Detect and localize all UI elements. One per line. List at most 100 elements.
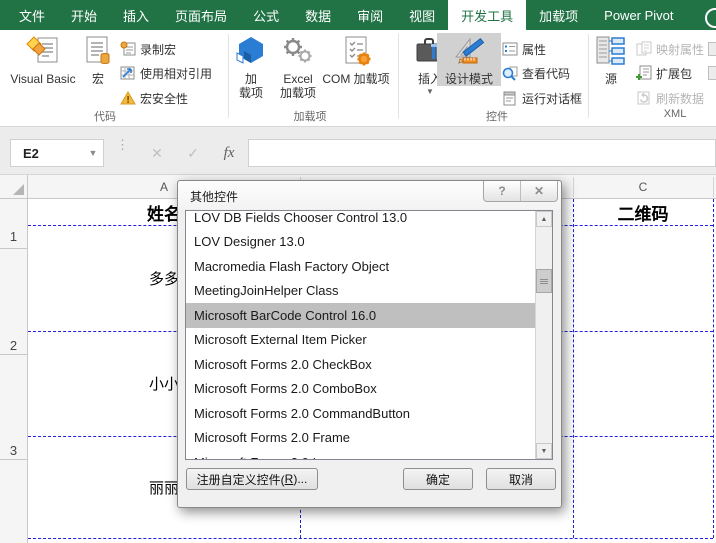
list-scrollbar[interactable]: ▲ ▼	[535, 211, 552, 459]
ribbon-developer: Visual Basic 宏 录制宏 使用相对引用 宏安全性 代码 加 载项 E…	[0, 30, 716, 127]
tab-formulas[interactable]: 公式	[240, 0, 292, 30]
list-item[interactable]: MeetingJoinHelper Class	[186, 279, 535, 304]
list-item-selected[interactable]: Microsoft BarCode Control 16.0	[186, 303, 535, 328]
register-label-accesskey: R	[284, 472, 294, 486]
tab-developer[interactable]: 开发工具	[448, 0, 527, 30]
map-properties-button[interactable]: 映射属性	[636, 38, 704, 60]
list-item[interactable]: Microsoft Forms 2.0 CommandButton	[186, 401, 535, 426]
tab-data[interactable]: 数据	[292, 0, 344, 30]
controls-list-items: LOV DB Fields Chooser Control 13.0 LOV D…	[186, 211, 535, 459]
gears-icon	[281, 33, 315, 69]
add-ins-button[interactable]: 加 载项	[230, 33, 272, 100]
cancel-formula-button[interactable]: ✕	[142, 139, 172, 167]
formula-input[interactable]	[248, 139, 716, 167]
row-header-3[interactable]: 3	[0, 443, 27, 458]
select-all-corner[interactable]	[0, 175, 28, 198]
xml-source-label: 源	[604, 72, 617, 86]
add-ins-group-label: 加载项	[293, 111, 327, 123]
design-mode-label: 设计模式	[444, 72, 493, 86]
list-item[interactable]: LOV Designer 13.0	[186, 230, 535, 255]
tab-view[interactable]: 视图	[396, 0, 448, 30]
refresh-data-icon	[637, 91, 650, 105]
list-item[interactable]: LOV DB Fields Chooser Control 13.0	[186, 211, 535, 230]
excel-add-ins-label-line2: 加载项	[279, 86, 316, 100]
formula-bar-splitter[interactable]: ⋮	[116, 138, 129, 151]
macro-security-button[interactable]: 宏安全性	[120, 87, 188, 109]
row-header-divider	[0, 248, 28, 249]
cell-c1[interactable]: 二维码	[573, 199, 713, 225]
list-item[interactable]: Microsoft Forms 2.0 ComboBox	[186, 377, 535, 402]
view-code-button[interactable]: 查看代码	[502, 62, 570, 84]
tab-review[interactable]: 审阅	[344, 0, 396, 30]
map-properties-icon	[636, 41, 652, 56]
run-dialog-icon	[503, 91, 516, 106]
expansion-packs-icon	[636, 65, 652, 80]
code-group-label: 代码	[94, 111, 116, 123]
excel-add-ins-button[interactable]: Excel 加载项	[274, 33, 322, 100]
visual-basic-button[interactable]: Visual Basic	[6, 33, 80, 86]
row-header-2[interactable]: 2	[0, 338, 27, 353]
add-ins-icon	[235, 33, 267, 69]
tell-me-icon[interactable]	[705, 8, 716, 28]
clipped-export-icon	[708, 66, 716, 80]
tab-insert[interactable]: 插入	[110, 0, 162, 30]
column-header-divider[interactable]	[713, 177, 714, 197]
name-box-value: E2	[23, 145, 39, 161]
excel-window: 文件 开始 插入 页面布局 公式 数据 审阅 视图 开发工具 加载项 Power…	[0, 0, 716, 543]
xml-source-icon	[595, 33, 627, 69]
use-relative-references-label: 使用相对引用	[140, 66, 213, 81]
close-icon[interactable]: ✕	[520, 181, 557, 201]
scrollbar-thumb[interactable]	[536, 269, 552, 293]
dialog-title-bar[interactable]: 其他控件 ? ✕	[178, 181, 561, 209]
tab-page-layout[interactable]: 页面布局	[162, 0, 240, 30]
formula-bar: E2 ▼ ⋮ ✕ ✓ fx	[0, 127, 716, 175]
list-item[interactable]: Microsoft Forms 2.0 CheckBox	[186, 352, 535, 377]
tab-file[interactable]: 文件	[6, 0, 58, 30]
macros-label: 宏	[91, 72, 104, 86]
record-macro-button[interactable]: 录制宏	[120, 38, 176, 60]
ok-button[interactable]: 确定	[403, 468, 473, 490]
cancel-button[interactable]: 取消	[486, 468, 556, 490]
expansion-packs-label: 扩展包	[656, 66, 693, 81]
insert-function-button[interactable]: fx	[214, 139, 244, 167]
refresh-data-button[interactable]: 刷新数据	[636, 87, 704, 109]
use-relative-references-button[interactable]: 使用相对引用	[120, 62, 212, 84]
scroll-up-icon[interactable]: ▲	[536, 211, 552, 227]
view-code-icon	[502, 66, 518, 81]
com-add-ins-icon	[340, 33, 372, 69]
name-box-dropdown-icon[interactable]: ▼	[83, 148, 103, 158]
macro-security-label: 宏安全性	[140, 91, 189, 106]
xml-source-button[interactable]: 源	[595, 33, 627, 86]
insert-dropdown-arrow: ▼	[426, 87, 434, 96]
design-mode-button[interactable]: 设计模式	[437, 33, 501, 86]
tab-addins[interactable]: 加载项	[526, 0, 591, 30]
record-macro-icon	[120, 41, 136, 56]
com-add-ins-button[interactable]: COM 加载项	[318, 33, 394, 86]
help-button[interactable]: ?	[484, 181, 520, 201]
register-custom-controls-button[interactable]: 注册自定义控件(R)...	[186, 468, 318, 490]
expansion-packs-button[interactable]: 扩展包	[636, 62, 692, 84]
column-header-divider[interactable]	[573, 177, 574, 197]
controls-group-label: 控件	[486, 111, 508, 123]
properties-label: 属性	[522, 42, 547, 57]
macros-icon	[82, 33, 114, 69]
macros-button[interactable]: 宏	[80, 33, 116, 86]
list-item[interactable]: Microsoft Forms 2.0 Image	[186, 450, 535, 459]
list-item[interactable]: Macromedia Flash Factory Object	[186, 254, 535, 279]
design-mode-icon	[452, 33, 486, 69]
table-border	[573, 199, 574, 538]
tab-home[interactable]: 开始	[58, 0, 110, 30]
list-item[interactable]: Microsoft External Item Picker	[186, 328, 535, 353]
column-header-c[interactable]: C	[573, 175, 713, 198]
record-macro-label: 录制宏	[140, 42, 177, 57]
enter-formula-button[interactable]: ✓	[178, 139, 208, 167]
add-ins-label-line2: 载项	[238, 86, 263, 100]
scroll-down-icon[interactable]: ▼	[536, 443, 552, 459]
row-header-1[interactable]: 1	[0, 229, 27, 244]
controls-listbox[interactable]: LOV DB Fields Chooser Control 13.0 LOV D…	[185, 210, 553, 460]
tab-power-pivot[interactable]: Power Pivot	[591, 0, 686, 30]
name-box[interactable]: E2 ▼	[10, 139, 104, 167]
run-dialog-button[interactable]: 运行对话框	[502, 87, 582, 109]
properties-button[interactable]: 属性	[502, 38, 546, 60]
list-item[interactable]: Microsoft Forms 2.0 Frame	[186, 426, 535, 451]
